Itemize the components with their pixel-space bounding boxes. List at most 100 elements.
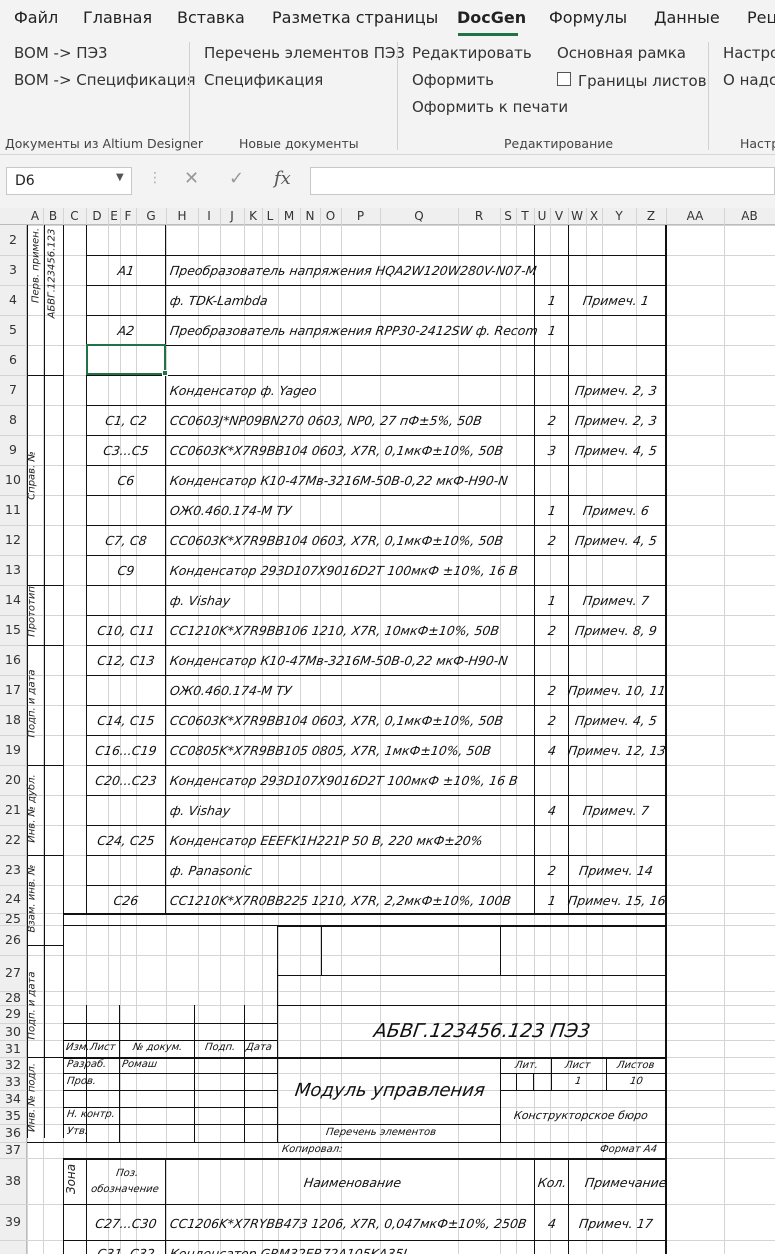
column-header[interactable]: O xyxy=(320,209,341,223)
row-header[interactable]: 3 xyxy=(0,262,26,277)
column-header[interactable]: W xyxy=(568,209,586,223)
row-header[interactable]: 28 xyxy=(0,990,26,1005)
row-header[interactable]: 8 xyxy=(0,412,26,427)
column-header[interactable]: D xyxy=(86,209,108,223)
column-header[interactable]: H xyxy=(166,209,198,223)
column-header[interactable]: B xyxy=(43,209,63,223)
format-button[interactable]: Оформить xyxy=(412,71,494,89)
tab-page-layout[interactable]: Разметка страницы xyxy=(272,8,438,27)
about-button[interactable]: О надст xyxy=(723,71,775,89)
row-header[interactable]: 10 xyxy=(0,472,26,487)
row-header[interactable]: 25 xyxy=(0,911,26,926)
settings-button[interactable]: Настро xyxy=(723,44,775,62)
row-header[interactable]: 5 xyxy=(0,322,26,337)
row-header[interactable]: 38 xyxy=(0,1173,26,1188)
column-header[interactable]: Q xyxy=(380,209,458,223)
column-header[interactable]: F xyxy=(120,209,136,223)
row-header[interactable]: 34 xyxy=(0,1091,26,1106)
row-header[interactable]: 37 xyxy=(0,1142,26,1157)
row-header[interactable]: 26 xyxy=(0,932,26,947)
column-header[interactable]: Y xyxy=(602,209,636,223)
cancel-icon[interactable]: ✕ xyxy=(184,168,199,189)
selected-cell[interactable] xyxy=(86,344,166,375)
row-header[interactable]: 35 xyxy=(0,1108,26,1123)
tab-review[interactable]: Рец xyxy=(747,8,775,27)
column-header[interactable]: T xyxy=(516,209,534,223)
column-header[interactable]: AA xyxy=(666,209,724,223)
row-header[interactable]: 24 xyxy=(0,891,26,906)
row-header[interactable]: 13 xyxy=(0,562,26,577)
row-header[interactable]: 39 xyxy=(0,1214,26,1229)
tab-file[interactable]: Файл xyxy=(14,8,58,27)
item-name: CC1210K*X7R9BB106 1210, X7R, 10мкФ±10%, … xyxy=(168,623,501,638)
item-qty: 2 xyxy=(546,533,558,548)
formula-input[interactable] xyxy=(310,167,775,195)
main-frame-button[interactable]: Основная рамка xyxy=(557,44,686,62)
row-header[interactable]: 15 xyxy=(0,622,26,637)
column-header[interactable]: Z xyxy=(636,209,666,223)
label-sprav: Справ. № xyxy=(26,451,38,500)
row-header[interactable]: 12 xyxy=(0,532,26,547)
column-header[interactable]: E xyxy=(108,209,120,223)
column-header[interactable]: K xyxy=(244,209,262,223)
row-header[interactable]: 29 xyxy=(0,1006,26,1021)
row-header[interactable]: 27 xyxy=(0,965,26,980)
column-header[interactable]: R xyxy=(458,209,500,223)
row-header[interactable]: 36 xyxy=(0,1125,26,1140)
frame-line-h xyxy=(63,1240,665,1241)
column-header[interactable]: L xyxy=(262,209,278,223)
row-header[interactable]: 32 xyxy=(0,1057,26,1072)
row-header[interactable]: 21 xyxy=(0,802,26,817)
row-header[interactable]: 14 xyxy=(0,592,26,607)
row-header[interactable]: 17 xyxy=(0,682,26,697)
bom-spec-button[interactable]: BOM -> Спецификация xyxy=(14,71,196,89)
tab-formulas[interactable]: Формулы xyxy=(549,8,627,27)
edit-button[interactable]: Редактировать xyxy=(412,44,532,62)
row-header[interactable]: 31 xyxy=(0,1041,26,1056)
chevron-down-icon[interactable]: ▼ xyxy=(116,172,124,183)
row-header[interactable]: 9 xyxy=(0,442,26,457)
function-icon[interactable]: fx xyxy=(274,168,291,189)
tab-data[interactable]: Данные xyxy=(654,8,720,27)
name-box[interactable]: D6 xyxy=(6,167,132,195)
row-header[interactable]: 11 xyxy=(0,502,26,517)
column-header[interactable]: P xyxy=(341,209,380,223)
row-header[interactable]: 2 xyxy=(0,232,26,247)
column-header[interactable]: N xyxy=(300,209,320,223)
column-header[interactable]: V xyxy=(550,209,568,223)
label-podp-data-1: Подп. и дата xyxy=(26,669,38,738)
row-header[interactable]: 22 xyxy=(0,832,26,847)
new-pe3-button[interactable]: Перечень элементов ПЭ3 xyxy=(204,44,405,62)
row-header[interactable]: 18 xyxy=(0,712,26,727)
row-header[interactable]: 33 xyxy=(0,1074,26,1089)
column-header[interactable]: S xyxy=(500,209,516,223)
bom-pe3-button[interactable]: BOM -> ПЭ3 xyxy=(14,44,108,62)
row-header[interactable]: 6 xyxy=(0,352,26,367)
column-header[interactable]: AB xyxy=(724,209,775,223)
row-header[interactable]: 7 xyxy=(0,382,26,397)
item-pos: C31, C32 xyxy=(96,1246,156,1254)
column-header[interactable]: I xyxy=(198,209,220,223)
column-header[interactable]: J xyxy=(220,209,244,223)
fill-handle[interactable] xyxy=(162,370,168,376)
row-header[interactable]: 20 xyxy=(0,772,26,787)
tab-docgen[interactable]: DocGen xyxy=(457,8,526,27)
row-header[interactable]: 30 xyxy=(0,1024,26,1039)
row-header[interactable]: 4 xyxy=(0,292,26,307)
enter-icon[interactable]: ✓ xyxy=(229,168,244,189)
row-header[interactable]: 19 xyxy=(0,742,26,757)
row-divider xyxy=(0,615,27,616)
column-header[interactable]: U xyxy=(534,209,550,223)
column-header[interactable]: X xyxy=(586,209,602,223)
row-header[interactable]: 23 xyxy=(0,862,26,877)
column-header[interactable]: M xyxy=(278,209,300,223)
format-print-button[interactable]: Оформить к печати xyxy=(412,98,568,116)
tab-home[interactable]: Главная xyxy=(83,8,152,27)
sheet-borders-checkbox[interactable] xyxy=(557,72,571,86)
new-spec-button[interactable]: Спецификация xyxy=(204,71,323,89)
more-options-icon[interactable]: ⋮ xyxy=(148,170,162,186)
column-header[interactable]: C xyxy=(63,209,86,223)
column-header[interactable]: G xyxy=(136,209,166,223)
tab-insert[interactable]: Вставка xyxy=(177,8,245,27)
row-header[interactable]: 16 xyxy=(0,652,26,667)
